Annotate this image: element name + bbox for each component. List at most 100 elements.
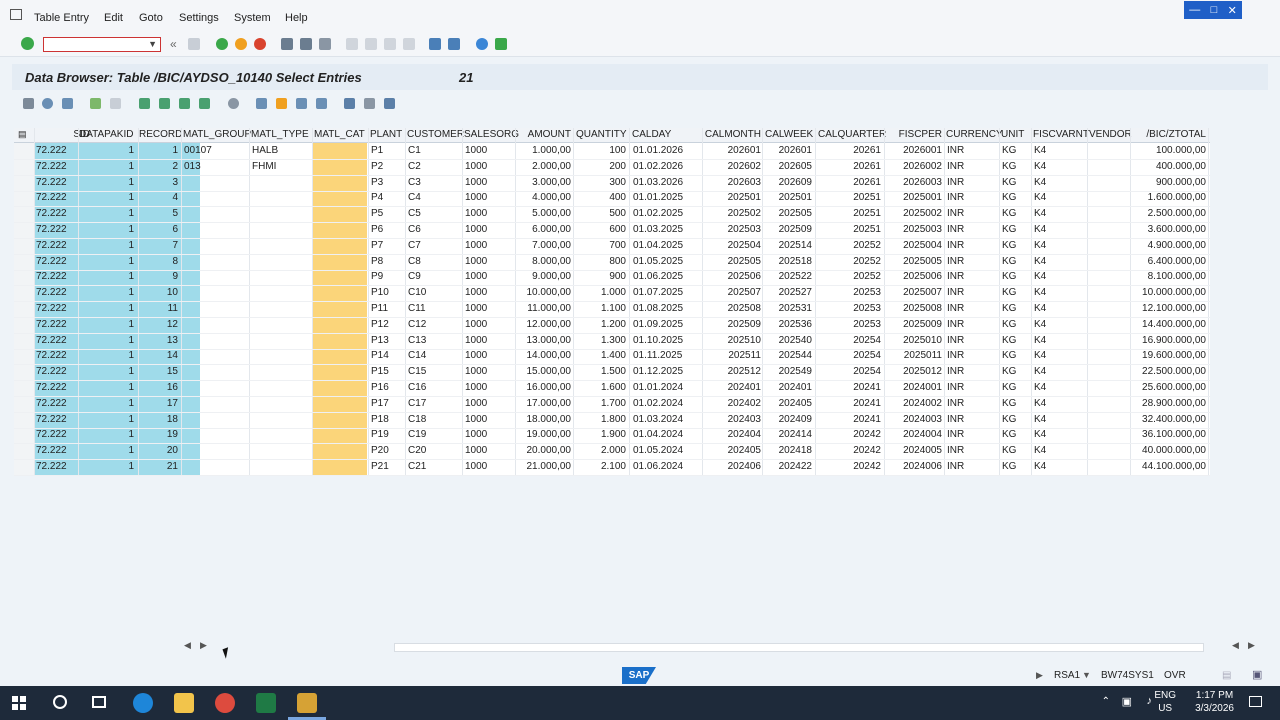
deselect-icon[interactable] (110, 98, 121, 109)
previous-page-icon[interactable] (365, 38, 377, 50)
network-icon[interactable]: ▣ (1122, 695, 1132, 708)
find-next-icon[interactable] (319, 38, 331, 50)
scroll-right-end-icon[interactable]: ▶ (1248, 640, 1255, 651)
table-row[interactable]: 72.222 1 4 P4 C4 1000 4.000,00 400 01.01.2025 202… (14, 190, 1210, 208)
column-header-calday[interactable]: CALDAY (632, 129, 671, 140)
check-table-icon[interactable] (90, 98, 101, 109)
scroll-left-end-icon[interactable]: ◀ (1232, 640, 1239, 651)
command-input[interactable] (44, 38, 148, 51)
menu-table-entry[interactable]: Table Entry (34, 12, 89, 24)
column-header-matl-group[interactable]: MATL_GROUP (183, 129, 251, 140)
system-menu-icon[interactable] (10, 9, 22, 20)
column-header-record[interactable]: RECORD (139, 129, 182, 140)
menu-system[interactable]: System (234, 12, 271, 24)
tray-chevron-icon[interactable]: ⌃ (1102, 696, 1110, 707)
print-icon[interactable] (281, 38, 293, 50)
table-row[interactable]: 72.222 1 13 P13 C13 1000 13.000,00 1.300 01.10.2… (14, 333, 1210, 350)
sort-descending-icon[interactable] (159, 98, 170, 109)
menu-settings[interactable]: Settings (179, 12, 219, 24)
settings-icon[interactable] (228, 98, 239, 109)
layout-icon[interactable] (296, 98, 307, 109)
menu-help[interactable]: Help (285, 12, 308, 24)
task-view-icon[interactable] (92, 696, 106, 708)
table-row[interactable]: 72.222 1 9 P9 C9 1000 9.000,00 900 01.06.2025 202… (14, 269, 1210, 287)
column-header-amount[interactable]: AMOUNT (517, 129, 571, 140)
enter-check-icon[interactable] (21, 37, 34, 50)
chevron-down-icon[interactable]: ▼ (148, 39, 157, 49)
minimize-icon[interactable]: — (1189, 4, 1200, 16)
table-icon[interactable] (344, 98, 355, 109)
scroll-track[interactable] (394, 643, 1204, 652)
sort-ascending-icon[interactable] (139, 98, 150, 109)
column-header-bic-ztotal[interactable]: /BIC/ZTOTAL (1132, 129, 1206, 140)
search-icon[interactable] (53, 695, 67, 709)
column-header-fiscper[interactable]: FISCPER (885, 129, 942, 140)
table-row[interactable]: 72.222 1 11 P11 C11 1000 11.000,00 1.100 01.08.2… (14, 301, 1210, 318)
chrome-icon[interactable] (215, 693, 235, 713)
table-row[interactable]: 72.222 1 21 P21 C21 1000 21.000,00 2.100 01.06.2… (14, 459, 1210, 476)
table-row[interactable]: 72.222 1 19 P19 C19 1000 19.000,00 1.900 01.04.2… (14, 427, 1210, 445)
table-row[interactable]: 72.222 1 1 00107 HALB P1 C1 1000 1.000,00 100 01.0… (14, 143, 1210, 160)
column-header-matl-cat[interactable]: MATL_CAT (314, 129, 365, 140)
last-page-icon[interactable] (403, 38, 415, 50)
column-header-datapakid[interactable]: DATAPAKID (79, 129, 133, 140)
notifications-icon[interactable] (1249, 696, 1262, 707)
status-lock-icon[interactable]: ▣ (1252, 668, 1262, 681)
filter-icon[interactable] (179, 98, 190, 109)
table-row[interactable]: 72.222 1 14 P14 C14 1000 14.000,00 1.400 01.11.2… (14, 348, 1210, 366)
table-row[interactable]: 72.222 1 12 P12 C12 1000 12.000,00 1.200 01.09.2… (14, 317, 1210, 334)
help-icon[interactable] (476, 38, 488, 50)
total-icon[interactable] (199, 98, 210, 109)
column-header-plant[interactable]: PLANT (370, 129, 402, 140)
table-row[interactable]: 72.222 1 8 P8 C8 1000 8.000,00 800 01.05.2025 202… (14, 254, 1210, 271)
exit-icon[interactable] (235, 38, 247, 50)
select-all-icon[interactable]: ▤ (18, 129, 27, 140)
create-session-icon[interactable] (429, 38, 441, 50)
file-explorer-icon[interactable] (174, 693, 194, 713)
table-row[interactable]: 72.222 1 16 P16 C16 1000 16.000,00 1.600 01.01.2… (14, 380, 1210, 397)
double-left-arrow-icon[interactable]: « (170, 37, 177, 51)
table-row[interactable]: 72.222 1 17 P17 C17 1000 17.000,00 1.700 01.02.2… (14, 396, 1210, 413)
column-header-quantity[interactable]: QUANTITY (576, 129, 627, 140)
table-row[interactable]: 72.222 1 20 P20 C20 1000 20.000,00 2.000 01.05.2… (14, 443, 1210, 461)
column-header-unit[interactable]: UNIT (1001, 129, 1024, 140)
maximize-icon[interactable]: □ (1211, 4, 1218, 16)
table-row[interactable]: 72.222 1 10 P10 C10 1000 10.000,00 1.000 01.07.2… (14, 285, 1210, 303)
table-row[interactable]: 72.222 1 7 P7 C7 1000 7.000,00 700 01.04.2025 202… (14, 238, 1210, 255)
table-row[interactable]: 72.222 1 2 013 FHMI P2 C2 1000 2.000,00 200 01.02.… (14, 159, 1210, 176)
column-header-customer[interactable]: CUSTOMER (407, 129, 464, 140)
choose-layout-icon[interactable] (316, 98, 327, 109)
volume-icon[interactable]: ♪ (1147, 695, 1153, 707)
shortcut-icon[interactable] (448, 38, 460, 50)
table-row[interactable]: 72.222 1 15 P15 C15 1000 15.000,00 1.500 01.12.2… (14, 364, 1210, 382)
column-header-currency[interactable]: CURRENCY (946, 129, 1003, 140)
command-field[interactable]: ▼ (43, 37, 161, 52)
details-icon[interactable] (42, 98, 53, 109)
windows-start-icon[interactable] (12, 696, 26, 710)
column-header-calweek[interactable]: CALWEEK (765, 129, 813, 140)
save-icon[interactable] (188, 38, 200, 50)
status-dropdown-icon[interactable]: ▼ (1082, 670, 1091, 680)
status-play-icon[interactable]: ▶ (1036, 670, 1043, 681)
table-row[interactable]: 72.222 1 3 P3 C3 1000 3.000,00 300 01.03.2026 202… (14, 175, 1210, 192)
refresh-icon[interactable] (62, 98, 73, 109)
sap-gui-icon[interactable] (297, 693, 317, 713)
internet-explorer-icon[interactable] (133, 693, 153, 713)
table-row[interactable]: 72.222 1 18 P18 C18 1000 18.000,00 1.800 01.03.2… (14, 412, 1210, 429)
layout-menu-icon[interactable] (495, 38, 507, 50)
table-row[interactable]: 72.222 1 5 P5 C5 1000 5.000,00 500 01.02.2025 202… (14, 206, 1210, 224)
columns-icon[interactable] (364, 98, 375, 109)
column-header-salesorg[interactable]: SALESORG (464, 129, 519, 140)
column-header-calquarter[interactable]: CALQUARTER (818, 129, 886, 140)
column-header-calmonth[interactable]: CALMONTH (704, 129, 761, 140)
taskbar-clock[interactable]: 1:17 PM 3/3/2026 (1195, 689, 1234, 715)
cancel-icon[interactable] (254, 38, 266, 50)
close-icon[interactable]: ✕ (1228, 4, 1237, 17)
horizontal-scrollbar[interactable]: ◀ ▶ ◀ ▶ (180, 640, 1260, 652)
menu-goto[interactable]: Goto (139, 12, 163, 24)
scroll-right-icon[interactable]: ▶ (200, 640, 207, 651)
find-icon[interactable] (300, 38, 312, 50)
column-header-fiscvarnt[interactable]: FISCVARNT (1033, 129, 1089, 140)
menu-edit[interactable]: Edit (104, 12, 123, 24)
export-icon[interactable] (256, 98, 267, 109)
